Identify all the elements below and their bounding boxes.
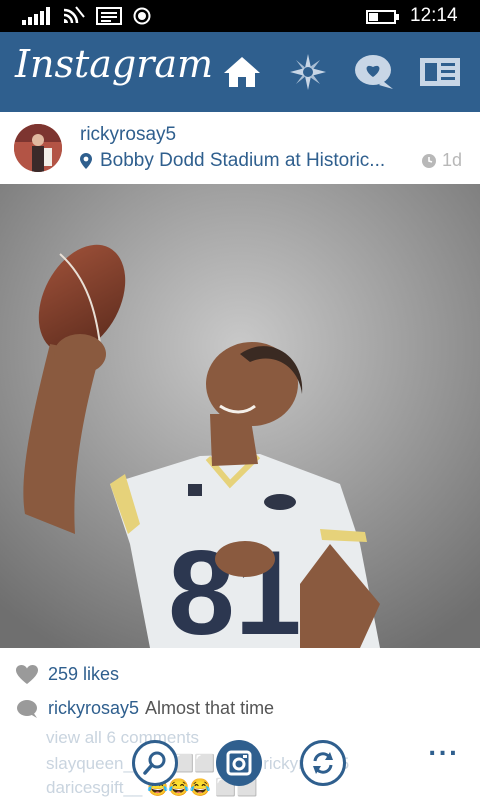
instagram-logo: Instagram: [15, 42, 214, 86]
clock-icon: [422, 153, 436, 168]
wifi-icon: [63, 6, 85, 24]
avatar[interactable]: [14, 124, 62, 172]
nav-explore-button[interactable]: [286, 52, 330, 92]
likes-row[interactable]: 259 likes: [16, 664, 119, 685]
location-label: Bobby Dodd Stadium at Historic...: [100, 150, 386, 171]
inbox-icon: [355, 55, 393, 89]
heart-icon: [16, 664, 38, 684]
post-timestamp: 1d: [422, 150, 462, 171]
refresh-button[interactable]: [300, 740, 346, 786]
message-icon: [96, 7, 122, 25]
comment-icon: [17, 699, 37, 718]
status-bar: 12:14: [0, 0, 480, 32]
nav-inbox-button[interactable]: [352, 52, 396, 92]
post-photo[interactable]: 81: [0, 184, 480, 648]
camera-button[interactable]: [216, 740, 262, 786]
location-pin-icon: [80, 153, 92, 169]
nav-news-button[interactable]: [418, 52, 462, 92]
location-link[interactable]: Bobby Dodd Stadium at Historic...: [80, 150, 385, 172]
explore-icon: [290, 54, 326, 90]
search-icon: [143, 751, 166, 775]
camera-icon: [226, 750, 252, 776]
view-all-comments-link[interactable]: view all 6 comments: [46, 728, 199, 748]
app-bar: Instagram: [0, 32, 480, 112]
caption-row: rickyrosay5 Almost that time: [16, 698, 274, 719]
refresh-icon: [313, 752, 333, 774]
post-header: rickyrosay5 Bobby Dodd Stadium at Histor…: [0, 112, 480, 184]
caption-text: Almost that time: [145, 698, 275, 718]
likes-count: 259 likes: [48, 664, 120, 684]
battery-icon: [366, 10, 399, 24]
record-icon: [133, 7, 151, 25]
nav-home-button[interactable]: [220, 52, 264, 92]
signal-icon: [22, 7, 50, 25]
timestamp-label: 1d: [442, 150, 463, 170]
caption-username[interactable]: rickyrosay5: [48, 698, 139, 719]
home-icon: [224, 57, 260, 87]
more-options-button[interactable]: ...: [428, 736, 459, 761]
post-username[interactable]: rickyrosay5: [80, 124, 176, 146]
search-button[interactable]: [132, 740, 178, 786]
news-icon: [420, 58, 460, 86]
clock-time: 12:14: [410, 5, 458, 26]
